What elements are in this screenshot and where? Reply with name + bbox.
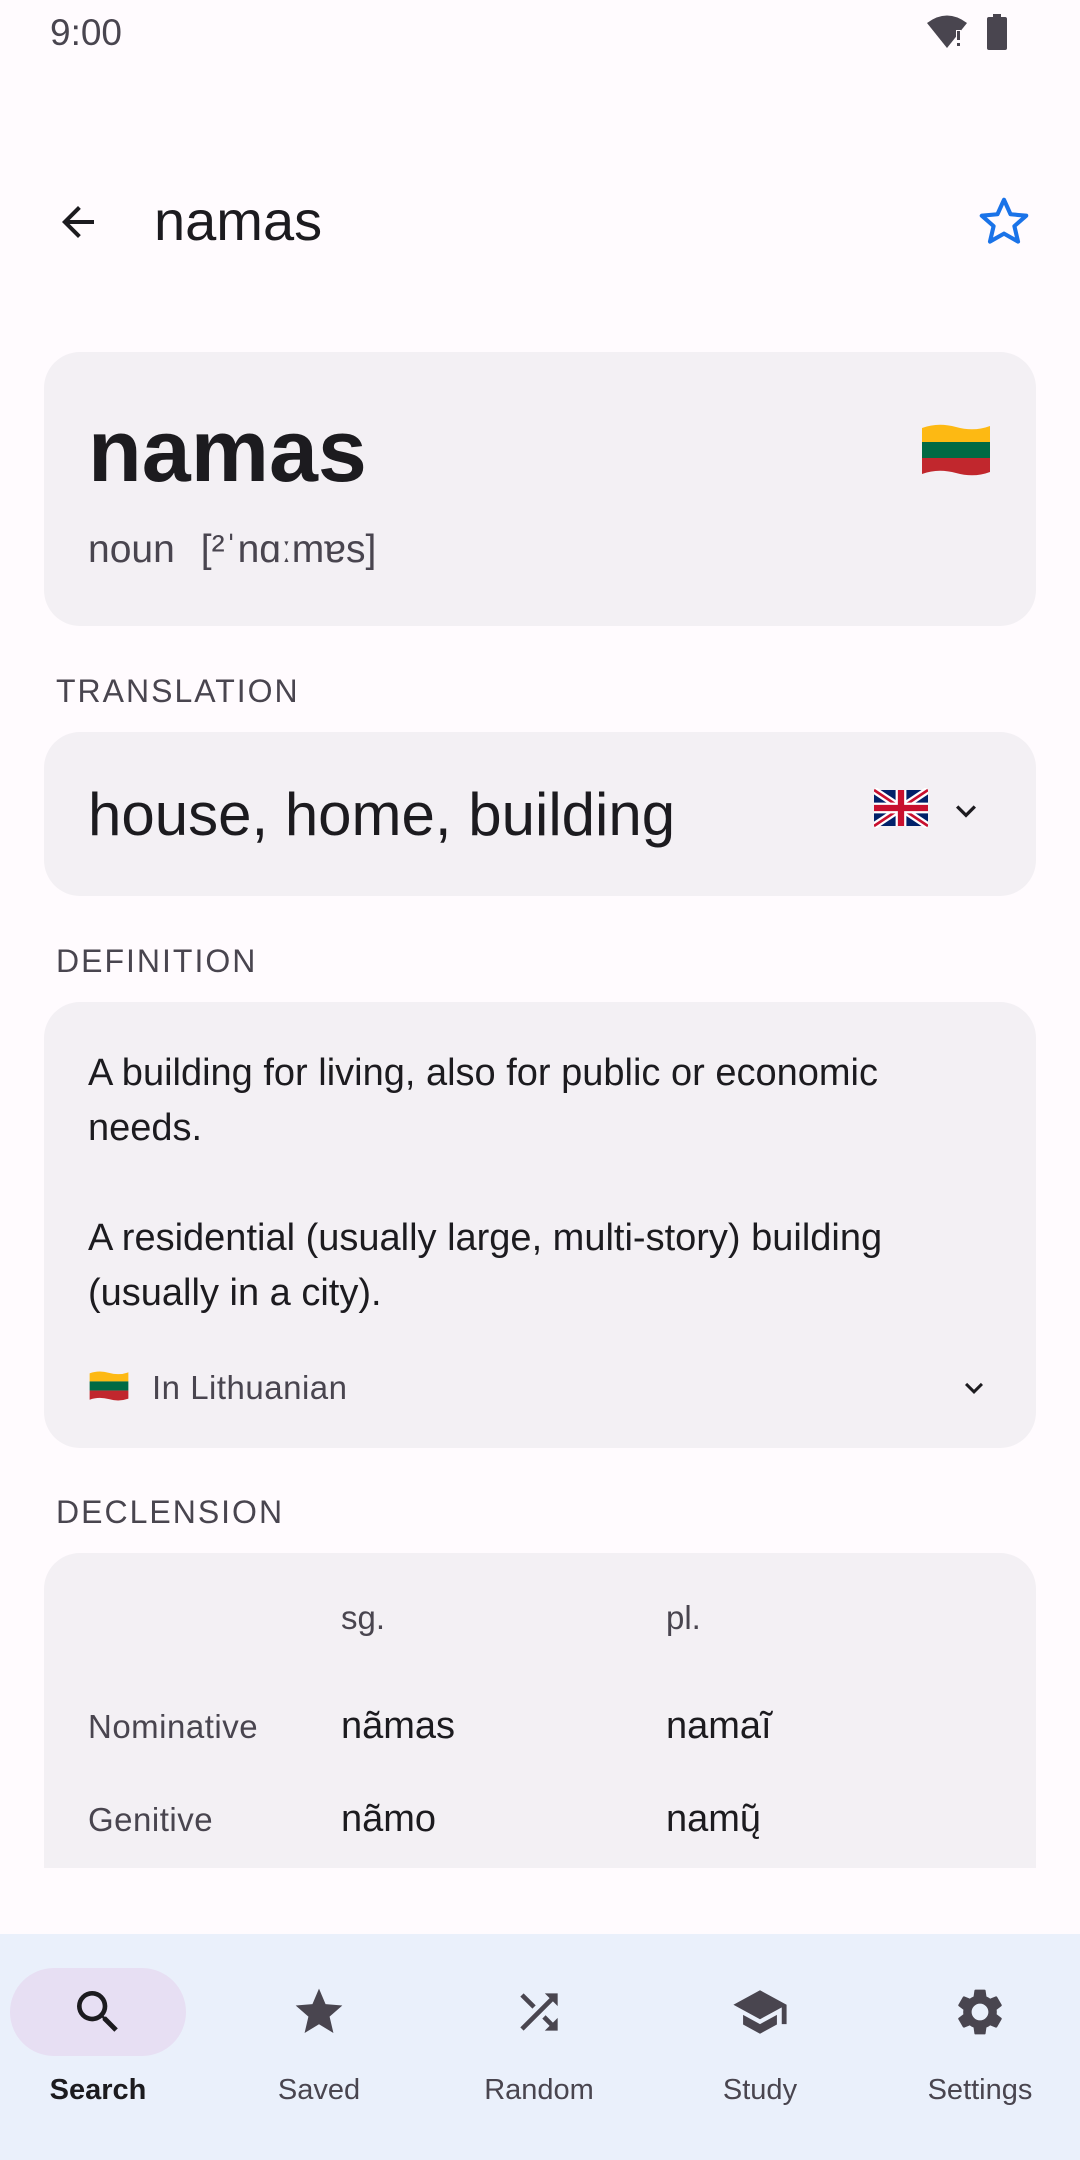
case-name: Nominative	[88, 1708, 259, 1745]
lithuania-flag-icon	[88, 1370, 130, 1407]
nav-label: Settings	[927, 2074, 1033, 2106]
nav-label: Random	[484, 2074, 594, 2106]
nav-item-search[interactable]: Search	[0, 1968, 216, 2138]
page-title: namas	[154, 189, 323, 252]
declension-section-label: DECLENSION	[56, 1494, 285, 1530]
part-of-speech: noun	[88, 528, 175, 571]
definition-text: A residential (usually large, multi-stor…	[88, 1217, 883, 1314]
save-star-button[interactable]	[964, 182, 1044, 262]
back-button[interactable]	[40, 184, 116, 260]
nav-icon-slot	[231, 1968, 407, 2056]
chevron-down-icon	[956, 804, 976, 818]
bottom-navigation: Search Saved Random Study Settings	[0, 1934, 1080, 2160]
gear-icon	[958, 1989, 1002, 2035]
wifi-icon	[926, 14, 968, 55]
declension-row: Nominative nãmas namaĩ	[44, 1705, 1036, 1765]
plural-header: pl.	[666, 1599, 701, 1636]
pronunciation: [²ˈnɑːmɐs]	[200, 528, 377, 571]
nav-item-settings[interactable]: Settings	[882, 1968, 1080, 2138]
singular-form: nãmo	[341, 1798, 437, 1840]
entry-header-card: namas noun [²ˈnɑːmɐs]	[44, 352, 1036, 626]
status-time: 9:00	[50, 12, 123, 53]
star-outline-icon	[979, 197, 1029, 244]
definition-text: A building for living, also for public o…	[88, 1052, 878, 1149]
plural-form: namų̃	[666, 1798, 762, 1840]
nav-label: Saved	[277, 2074, 361, 2106]
in-lithuanian-toggle[interactable]: In Lithuanian	[88, 1360, 992, 1416]
arrow-back-icon	[62, 206, 94, 238]
lithuania-flag-icon	[920, 422, 992, 483]
nav-icon-slot	[672, 1968, 848, 2056]
definition-card: A building for living, also for public o…	[44, 1002, 1036, 1448]
nav-item-study[interactable]: Study	[662, 1968, 878, 2138]
definition-section-label: DEFINITION	[56, 943, 258, 979]
nav-label: Study	[722, 2074, 798, 2106]
battery-icon	[986, 14, 1008, 55]
search-icon	[77, 1991, 118, 2032]
status-bar: 9:00	[0, 0, 1080, 66]
translation-card: house, home, building	[44, 732, 1036, 896]
graduation-cap-icon	[733, 1990, 787, 2034]
chevron-down-icon	[965, 1382, 983, 1394]
declension-header-row: sg. pl.	[44, 1599, 1036, 1659]
screen: 9:00 namas namas noun [²ˈnɑːmɐs] TRANSLA…	[0, 0, 1080, 2160]
headword: namas	[88, 401, 367, 500]
declension-card: sg. pl. Nominative nãmas namaĩ Genitive …	[44, 1553, 1036, 1868]
nav-active-indicator	[10, 1968, 186, 2056]
star-icon	[295, 1988, 343, 2033]
declension-row: Genitive nãmo namų̃	[44, 1798, 1036, 1858]
nav-label: Search	[49, 2074, 147, 2106]
plural-form: namaĩ	[666, 1705, 772, 1747]
in-lithuanian-label: In Lithuanian	[152, 1369, 348, 1406]
nav-icon-slot	[892, 1968, 1068, 2056]
singular-form: nãmas	[341, 1705, 456, 1747]
uk-flag-icon	[872, 787, 930, 833]
nav-item-random[interactable]: Random	[441, 1968, 657, 2138]
nav-item-saved[interactable]: Saved	[221, 1968, 437, 2138]
part-of-speech-line: noun [²ˈnɑːmɐs]	[88, 528, 376, 572]
shuffle-icon	[520, 1993, 558, 2031]
nav-icon-slot	[451, 1968, 627, 2056]
status-icons	[926, 14, 1008, 55]
translation-language-dropdown[interactable]	[872, 787, 986, 833]
singular-header: sg.	[341, 1599, 386, 1636]
translation-text: house, home, building	[88, 781, 676, 848]
top-app-bar: namas	[0, 160, 1080, 280]
case-name: Genitive	[88, 1801, 214, 1838]
translation-section-label: TRANSLATION	[56, 673, 300, 709]
